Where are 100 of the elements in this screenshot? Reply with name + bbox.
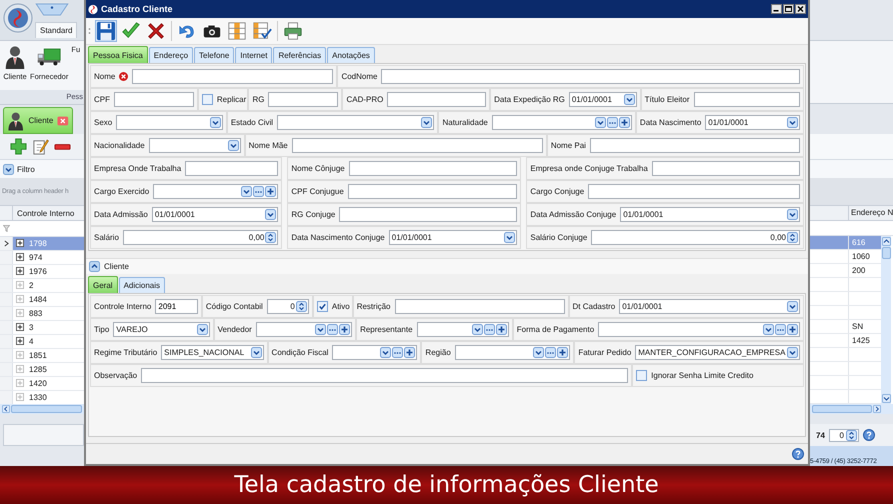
- page-number-field[interactable]: 0: [828, 428, 859, 442]
- expand-icon[interactable]: [16, 323, 24, 332]
- plus-icon[interactable]: [265, 186, 276, 197]
- row-header-cell[interactable]: [0, 278, 13, 292]
- row-header-cell[interactable]: [0, 236, 13, 250]
- tab[interactable]: Referências: [273, 47, 326, 63]
- number-field[interactable]: 0,00: [122, 230, 278, 245]
- text-field[interactable]: [141, 368, 628, 383]
- table-row[interactable]: 1330: [13, 390, 84, 404]
- ellipsis-icon[interactable]: [545, 347, 556, 358]
- date-field[interactable]: 01/01/0001: [705, 115, 800, 130]
- table-row[interactable]: 2: [13, 278, 84, 292]
- lookup-field[interactable]: [153, 184, 278, 199]
- help-icon[interactable]: [792, 448, 804, 460]
- plus-icon[interactable]: [496, 324, 507, 335]
- plus-icon[interactable]: [339, 324, 350, 335]
- table-row[interactable]: 1851: [13, 348, 84, 362]
- row-header-cell[interactable]: [0, 362, 13, 376]
- row-header-cell[interactable]: [0, 376, 13, 390]
- row-header-cell[interactable]: [0, 334, 13, 348]
- ellipsis-icon[interactable]: [253, 186, 264, 197]
- column-header[interactable]: Controle Interno: [13, 208, 74, 218]
- ellipsis-icon[interactable]: [392, 347, 404, 358]
- dropdown-field[interactable]: [116, 115, 223, 130]
- text-field[interactable]: [268, 92, 338, 107]
- column-header[interactable]: Endereço N: [849, 208, 893, 218]
- ellipsis-icon[interactable]: [606, 117, 618, 128]
- table-row[interactable]: 3: [13, 320, 84, 334]
- dropdown-field[interactable]: MANTER_CONFIGURACAO_EMPRESA: [635, 345, 800, 360]
- date-field[interactable]: 01/01/0001: [152, 207, 278, 222]
- lookup-field[interactable]: [416, 322, 509, 337]
- scroll-left-icon[interactable]: [2, 405, 10, 414]
- ellipsis-icon[interactable]: [484, 324, 495, 335]
- printer-icon[interactable]: [283, 21, 303, 41]
- close-button[interactable]: [795, 4, 806, 14]
- dropdown-field[interactable]: VAREJO: [113, 322, 210, 337]
- expand-icon[interactable]: [16, 239, 24, 248]
- close-icon[interactable]: [57, 116, 69, 126]
- number-field[interactable]: 0: [266, 299, 309, 314]
- number-field[interactable]: 0,00: [591, 230, 800, 245]
- table-row[interactable]: 1420: [13, 376, 84, 390]
- person-icon[interactable]: [3, 44, 27, 69]
- text-field[interactable]: [185, 161, 278, 176]
- maximize-button[interactable]: [783, 4, 794, 14]
- scrollbar-thumb[interactable]: [11, 405, 82, 414]
- tab[interactable]: Telefone: [194, 47, 234, 63]
- date-field[interactable]: 01/01/0001: [620, 207, 800, 222]
- ellipsis-icon[interactable]: [775, 324, 786, 335]
- tab[interactable]: Adicionais: [118, 277, 166, 293]
- table-row[interactable]: 1484: [13, 292, 84, 306]
- text-field[interactable]: [339, 207, 518, 222]
- spinner-arrows-icon[interactable]: [265, 232, 276, 243]
- text-field[interactable]: [588, 184, 800, 199]
- floppy-disk-icon[interactable]: [96, 21, 116, 41]
- lookup-field[interactable]: [256, 322, 352, 337]
- ribbon-tab[interactable]: Standard: [35, 22, 78, 38]
- expand-icon[interactable]: [16, 267, 24, 276]
- cross-icon[interactable]: [146, 21, 166, 41]
- text-field[interactable]: [348, 161, 518, 176]
- text-field[interactable]: [292, 138, 543, 153]
- scrollbar-thumb[interactable]: [812, 405, 872, 414]
- row-header-cell[interactable]: [0, 292, 13, 306]
- text-field[interactable]: [590, 138, 800, 153]
- dropdown-field[interactable]: SIMPLES_NACIONAL: [161, 345, 264, 360]
- lookup-field[interactable]: [598, 322, 800, 337]
- text-field[interactable]: 2091: [155, 299, 198, 314]
- row-header-cell[interactable]: [0, 390, 13, 404]
- text-field[interactable]: [652, 161, 800, 176]
- row-header-cell[interactable]: [0, 264, 13, 278]
- scroll-up-icon[interactable]: [882, 237, 890, 246]
- text-field[interactable]: [387, 92, 486, 107]
- table-row[interactable]: 974: [13, 250, 84, 264]
- plus-icon[interactable]: [618, 117, 630, 128]
- spinner-arrows-icon[interactable]: [846, 430, 857, 441]
- scroll-down-icon[interactable]: [882, 394, 890, 404]
- collapse-toggle-icon[interactable]: [89, 261, 100, 272]
- date-field[interactable]: 01/01/0001: [388, 230, 518, 245]
- text-field[interactable]: [381, 69, 800, 84]
- text-field[interactable]: [394, 299, 565, 314]
- plus-icon[interactable]: [557, 347, 568, 358]
- filter-label[interactable]: Filtro: [17, 164, 35, 174]
- checkbox[interactable]: [636, 370, 648, 381]
- expand-icon[interactable]: [16, 337, 24, 346]
- checklist-icon[interactable]: [252, 21, 272, 41]
- table-row[interactable]: 1976: [13, 264, 84, 278]
- plus-icon[interactable]: [787, 324, 798, 335]
- text-field[interactable]: [114, 92, 194, 107]
- table-row[interactable]: 1285: [13, 362, 84, 376]
- spinner-arrows-icon[interactable]: [296, 301, 307, 312]
- minimize-button[interactable]: [771, 4, 782, 14]
- table-row[interactable]: 883: [13, 306, 84, 320]
- checkbox[interactable]: [202, 94, 213, 105]
- filter-icon[interactable]: [3, 225, 10, 232]
- row-header-cell[interactable]: [0, 348, 13, 362]
- lookup-field[interactable]: [454, 345, 570, 360]
- tab[interactable]: Anotações: [327, 47, 375, 63]
- plus-icon[interactable]: [10, 138, 27, 156]
- text-field[interactable]: [348, 184, 518, 199]
- horizontal-scrollbar[interactable]: [0, 404, 84, 414]
- date-field[interactable]: 01/01/0001: [619, 299, 800, 314]
